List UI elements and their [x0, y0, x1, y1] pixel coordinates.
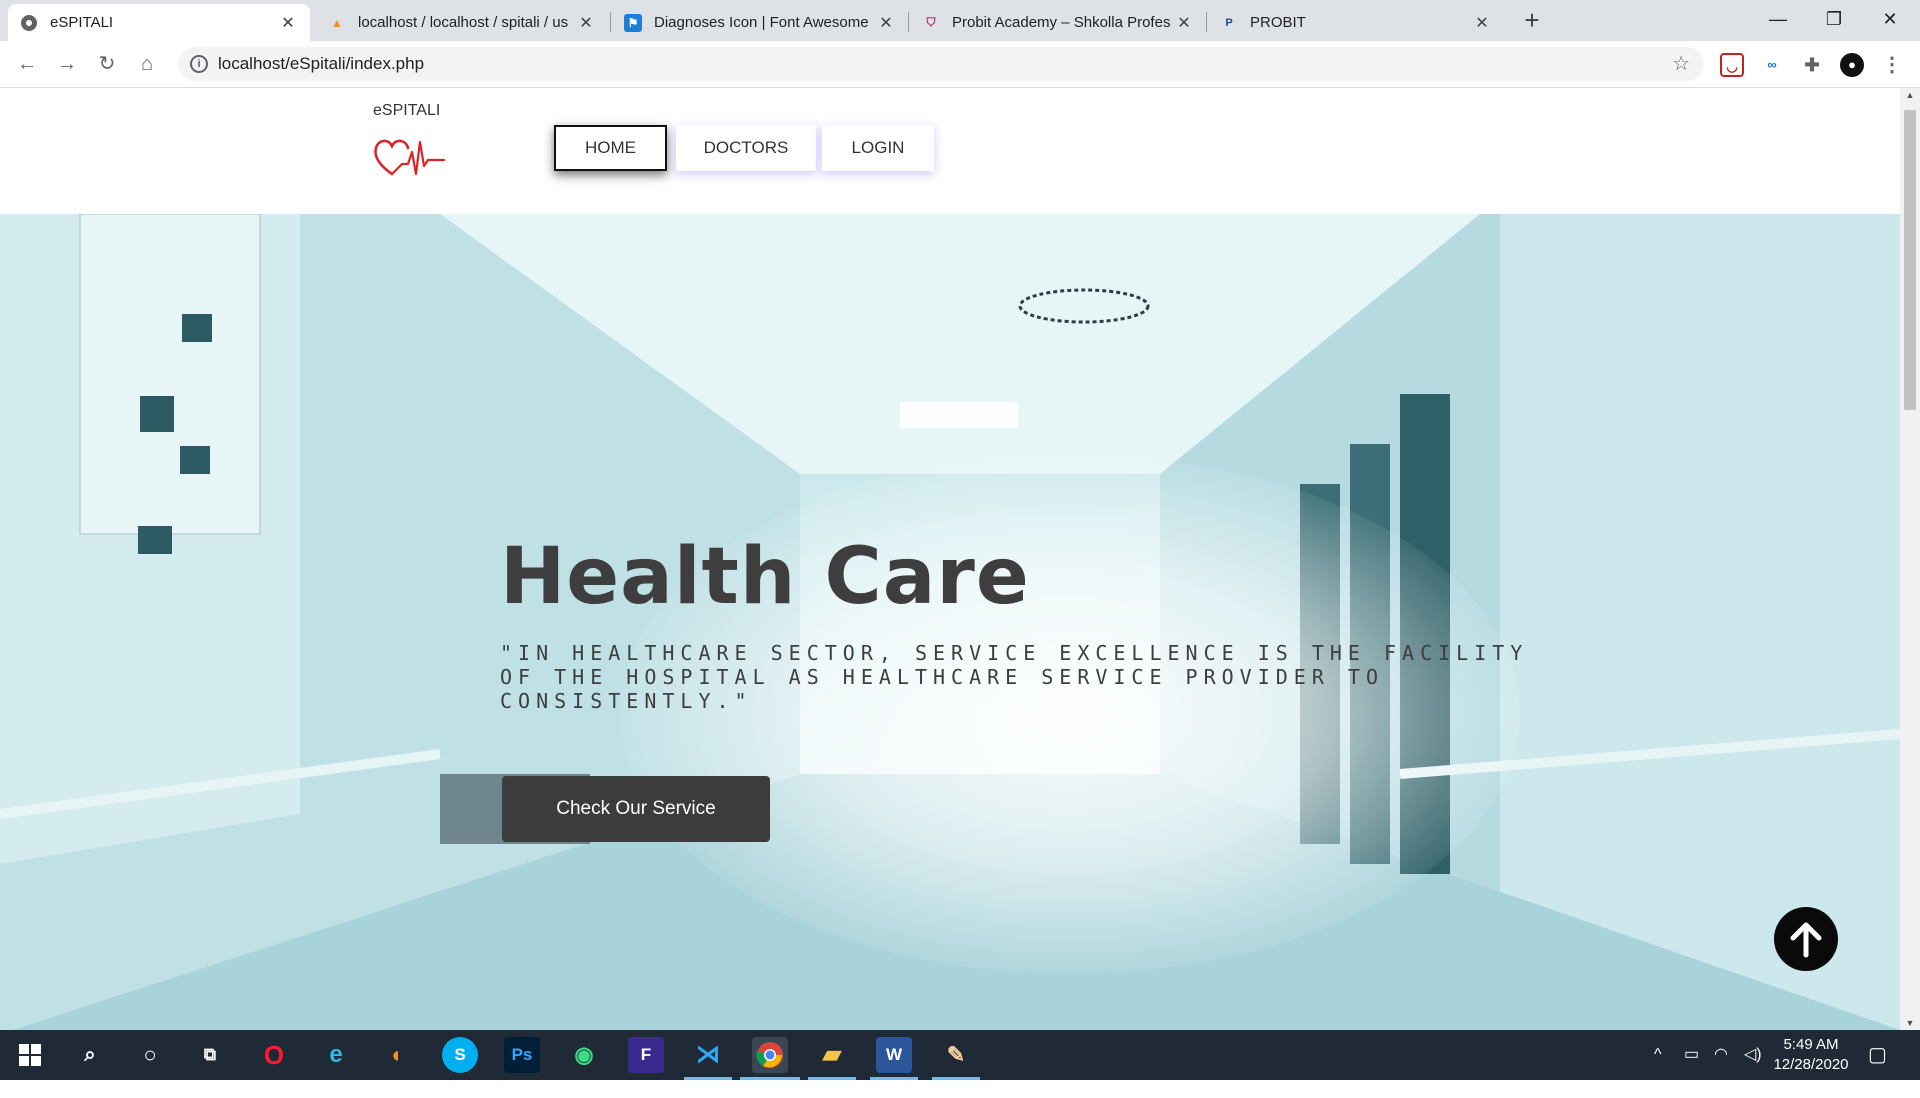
word-icon[interactable]: W [876, 1037, 912, 1073]
check-our-service-button[interactable]: Check Our Service [502, 776, 770, 842]
site-brand[interactable]: eSPITALI [373, 102, 440, 120]
eclipse-icon[interactable]: ◐ [380, 1037, 416, 1073]
vscode-icon[interactable]: ⋊ [690, 1037, 726, 1073]
tab-separator [610, 12, 611, 32]
paint-icon[interactable]: ✎ [938, 1037, 974, 1073]
tab-probit-academy[interactable]: ⛉ Probit Academy – Shkolla Profes ✕ [910, 4, 1206, 41]
nav-doctors-button[interactable]: DOCTORS [676, 125, 816, 171]
nav-login-button[interactable]: LOGIN [822, 125, 934, 171]
windows-taskbar: ⌕ ○ ⧉ O e ◐ S Ps ◉ F ⋊ ▰ W ✎ ^ ▭ ◠ ◁) 5:… [0, 1030, 1920, 1080]
site-info-icon[interactable]: i [190, 55, 208, 73]
chrome-icon[interactable] [752, 1037, 788, 1073]
home-icon[interactable]: ⌂ [132, 49, 162, 79]
url-text[interactable]: localhost/eSpitali/index.php [218, 47, 424, 81]
restore-icon[interactable]: ❐ [1806, 0, 1862, 41]
scroll-to-top-button[interactable] [1774, 907, 1838, 971]
scrollbar-thumb[interactable] [1904, 110, 1916, 410]
cortana-icon[interactable]: ○ [132, 1037, 168, 1073]
arrow-up-icon [1790, 922, 1822, 958]
android-studio-icon[interactable]: ◉ [566, 1037, 602, 1073]
minimize-icon[interactable]: — [1750, 0, 1806, 41]
edge-icon[interactable]: e [318, 1037, 354, 1073]
back-arrow-icon[interactable]: ← [12, 49, 42, 79]
scroll-down-arrow-icon[interactable]: ▼ [1900, 1018, 1920, 1028]
wifi-icon[interactable]: ◠ [1714, 1030, 1728, 1080]
notification-center-icon[interactable]: ▢ [1868, 1030, 1887, 1080]
bookmark-star-icon[interactable]: ☆ [1672, 47, 1690, 81]
probit-logo-icon: P [1225, 16, 1233, 29]
web-page: eSPITALI HOME DOCTORS LOGIN Health Care … [0, 88, 1900, 1030]
opera-icon[interactable]: O [256, 1037, 292, 1073]
pocket-extension-icon[interactable]: ◡ [1720, 53, 1744, 77]
clock-time: 5:49 AM [1783, 1036, 1839, 1053]
tab-font-awesome[interactable]: ⚑ Diagnoses Icon | Font Awesome ✕ [612, 4, 908, 41]
hero-quote: "In healthcare sector, service excellenc… [500, 641, 1529, 713]
address-bar[interactable]: i localhost/eSpitali/index.php ☆ [178, 47, 1704, 81]
tab-separator [1206, 12, 1207, 32]
tab-phpmyadmin[interactable]: ▲ localhost / localhost / spitali / us ✕ [316, 4, 608, 41]
reload-icon[interactable]: ↻ [92, 49, 122, 79]
globe-icon [20, 14, 38, 32]
puzzle-extensions-icon[interactable]: ✚ [1800, 53, 1824, 77]
scroll-up-arrow-icon[interactable]: ▲ [1900, 90, 1920, 100]
close-window-icon[interactable]: ✕ [1862, 0, 1918, 41]
close-tab-icon[interactable]: ✕ [1174, 13, 1194, 33]
screen-bottom-strip [0, 1080, 1920, 1098]
photoshop-icon[interactable]: Ps [504, 1037, 540, 1073]
infinity-extension-icon[interactable]: ∞ [1760, 53, 1784, 77]
tab-title: eSPITALI [50, 14, 114, 31]
tab-title: localhost / localhost / spitali / us [358, 14, 569, 31]
tab-title: Probit Academy – Shkolla Profes [952, 14, 1171, 31]
close-tab-icon[interactable]: ✕ [278, 13, 298, 33]
volume-icon[interactable]: ◁) [1744, 1030, 1762, 1080]
task-view-icon[interactable]: ⧉ [192, 1037, 228, 1073]
app-f-icon[interactable]: F [628, 1037, 664, 1073]
phpmyadmin-icon: ▲ [331, 15, 343, 30]
taskbar-clock[interactable]: 5:49 AM 12/28/2020 [1766, 1035, 1856, 1075]
tab-separator [908, 12, 909, 32]
hero-section: Health Care "In healthcare sector, servi… [0, 214, 1900, 1030]
tab-title: PROBIT [1250, 14, 1306, 31]
browser-tab-strip: eSPITALI ✕ ▲ localhost / localhost / spi… [0, 0, 1920, 41]
shield-icon: ⛉ [926, 15, 936, 29]
browser-menu-icon[interactable]: ⋮ [1880, 53, 1904, 77]
close-tab-icon[interactable]: ✕ [576, 13, 596, 33]
search-icon[interactable]: ⌕ [72, 1037, 108, 1073]
windows-start-icon[interactable] [12, 1037, 48, 1073]
clock-date: 12/28/2020 [1773, 1056, 1849, 1073]
new-tab-button[interactable]: + [1518, 6, 1546, 34]
close-tab-icon[interactable]: ✕ [1472, 13, 1492, 33]
hero-title: Health Care [500, 532, 1030, 622]
tab-probit[interactable]: P PROBIT ✕ [1208, 4, 1504, 41]
browser-toolbar: ← → ↻ ⌂ i localhost/eSpitali/index.php ☆… [0, 41, 1920, 88]
close-tab-icon[interactable]: ✕ [876, 13, 896, 33]
heartbeat-logo-icon[interactable] [372, 134, 448, 183]
flag-icon: ⚑ [624, 13, 642, 32]
tab-title: Diagnoses Icon | Font Awesome [654, 14, 869, 31]
page-scrollbar[interactable]: ▲ ▼ [1900, 88, 1920, 1030]
tab-espitali[interactable]: eSPITALI ✕ [8, 4, 310, 41]
show-hidden-icons-chevron[interactable]: ^ [1654, 1030, 1662, 1080]
profile-avatar[interactable]: ● [1840, 53, 1864, 77]
nav-home-button[interactable]: HOME [554, 125, 667, 171]
forward-arrow-icon[interactable]: → [52, 49, 82, 79]
battery-icon[interactable]: ▭ [1684, 1030, 1699, 1080]
skype-icon[interactable]: S [442, 1037, 478, 1073]
file-explorer-icon[interactable]: ▰ [814, 1037, 850, 1073]
